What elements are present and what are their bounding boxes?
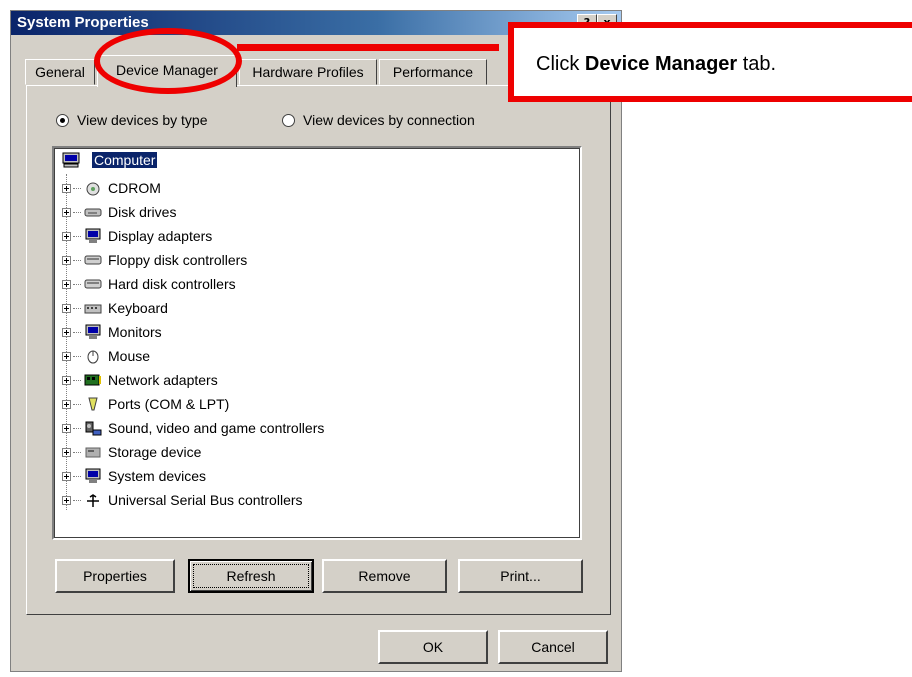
callout-post: tab.	[737, 53, 777, 75]
annotation-callout: Click Device Manager tab.	[508, 22, 912, 102]
tab-hardware-profiles[interactable]: Hardware Profiles	[239, 59, 377, 85]
system-properties-window: System Properties ? x General Device Man…	[10, 10, 622, 672]
cancel-button[interactable]: Cancel	[498, 630, 608, 664]
tab-panel	[26, 85, 611, 615]
ok-button[interactable]: OK	[378, 630, 488, 664]
callout-bold: Device Manager	[584, 53, 738, 75]
callout-text: Click Device Manager tab.	[536, 53, 776, 76]
tab-performance[interactable]: Performance	[379, 59, 487, 85]
tab-general[interactable]: General	[25, 59, 95, 85]
window-title: System Properties	[17, 14, 149, 31]
annotation-connector	[237, 44, 499, 51]
callout-pre: Click	[536, 53, 585, 75]
annotation-ellipse	[94, 28, 242, 94]
